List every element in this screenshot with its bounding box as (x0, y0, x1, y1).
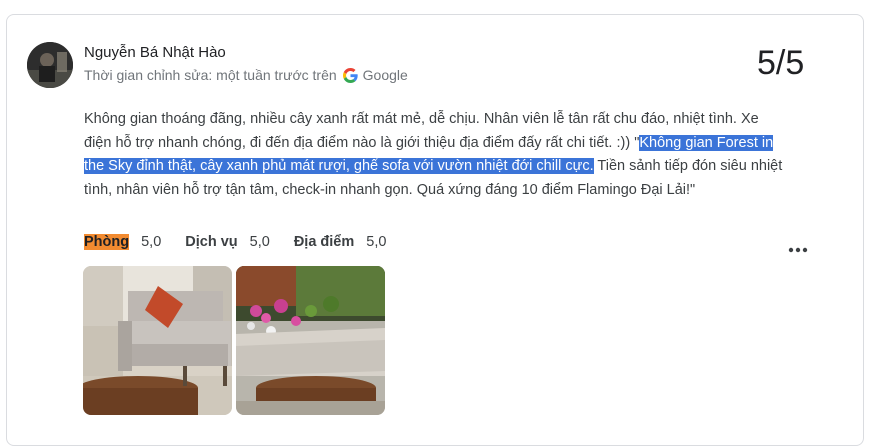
rating-value-location: 5,0 (366, 234, 387, 250)
rating-value-service: 5,0 (249, 234, 270, 250)
review-source: Google (362, 67, 408, 83)
review-photo-sofa[interactable] (83, 266, 232, 415)
avatar[interactable] (27, 42, 73, 88)
review-meta: Thời gian chỉnh sửa: một tuần trước trên… (84, 67, 408, 83)
more-options-button[interactable] (786, 240, 810, 260)
more-options-icon (788, 247, 808, 253)
rating-breakdown: Phòng 5,0 Dịch vụ 5,0 Địa điểm 5,0 (84, 234, 410, 250)
review-photo-lobby[interactable] (236, 266, 385, 415)
rating-label-location: Địa điểm (293, 234, 355, 250)
review-text: Không gian thoáng đãng, nhiều cây xanh r… (84, 108, 784, 202)
edit-time: Thời gian chỉnh sửa: một tuần trước trên (84, 67, 337, 83)
rating-label-room: Phòng (84, 234, 130, 250)
review-score: 5/5 (757, 44, 805, 82)
rating-value-room: 5,0 (141, 234, 162, 250)
google-g-icon (342, 67, 358, 83)
rating-label-service: Dịch vụ (185, 234, 238, 250)
reviewer-name[interactable]: Nguyễn Bá Nhật Hào (84, 44, 226, 61)
